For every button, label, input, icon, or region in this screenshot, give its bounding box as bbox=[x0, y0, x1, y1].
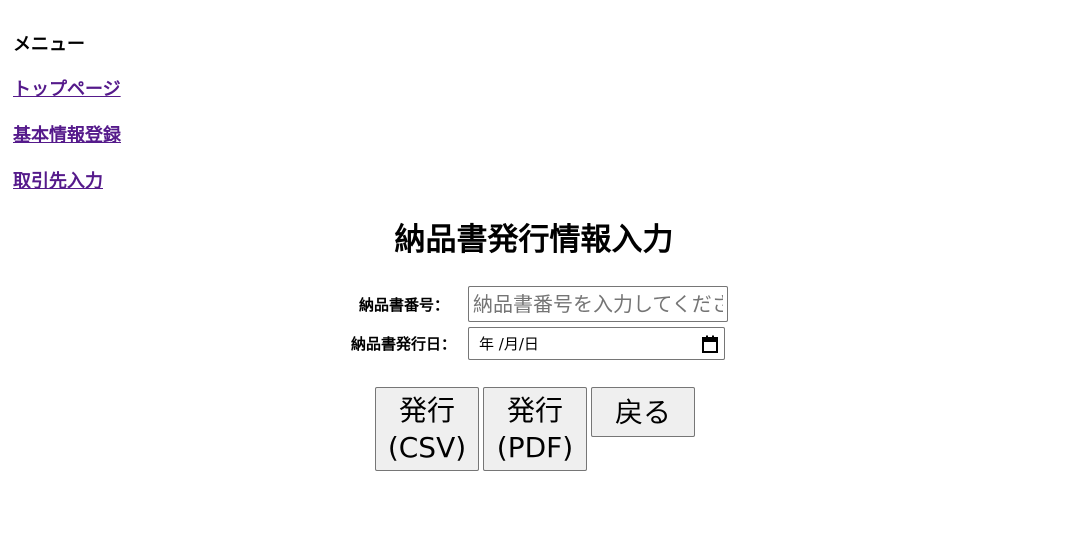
issue-date-input[interactable]: 年 /月/日 bbox=[468, 327, 725, 360]
issue-pdf-button[interactable]: 発行 (PDF) bbox=[483, 387, 587, 471]
issue-date-display: 年 /月/日 bbox=[479, 335, 539, 353]
sidebar-menu: メニュー トップページ 基本情報登録 取引先入力 bbox=[13, 34, 121, 216]
nav-link-client-input[interactable]: 取引先入力 bbox=[13, 170, 121, 194]
issue-date-label: 納品書発行日： bbox=[351, 335, 457, 353]
page-title: 納品書発行情報入力 bbox=[394, 222, 674, 258]
invoice-number-row: 納品書番号： bbox=[359, 286, 728, 322]
nav-link-top-page[interactable]: トップページ bbox=[13, 78, 121, 102]
menu-title: メニュー bbox=[13, 34, 85, 55]
invoice-number-input[interactable] bbox=[468, 286, 728, 322]
issue-csv-button[interactable]: 発行 (CSV) bbox=[375, 387, 479, 471]
issue-date-row: 納品書発行日： 年 /月/日 bbox=[351, 327, 725, 360]
back-button[interactable]: 戻る bbox=[591, 387, 695, 437]
calendar-icon[interactable] bbox=[702, 335, 718, 353]
invoice-number-label: 納品書番号： bbox=[359, 295, 450, 314]
nav-link-basic-info-registration[interactable]: 基本情報登録 bbox=[13, 124, 121, 148]
